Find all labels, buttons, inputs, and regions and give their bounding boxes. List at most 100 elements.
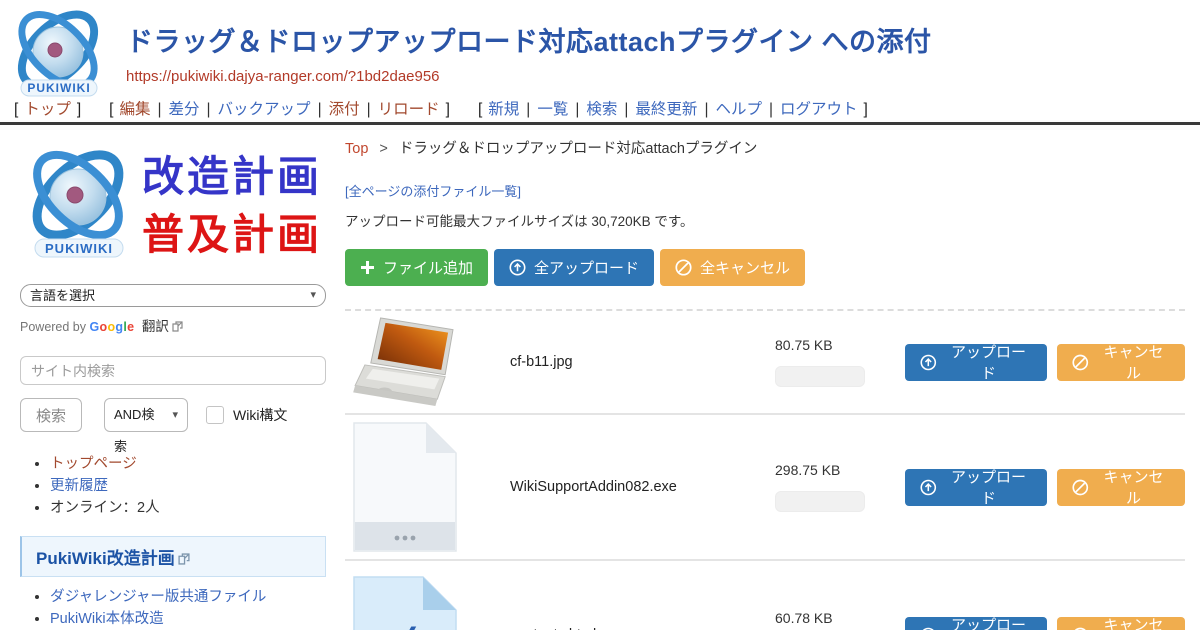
nav-group: [編集|差分|バックアップ|添付|リロード] — [103, 101, 456, 118]
upload-file-list: </> cf-b11.jpg 80.75 KB アップロード キャンセル — [345, 309, 1185, 630]
upload-toolbar: ファイル追加 全アップロード 全キャンセル — [345, 249, 1185, 286]
page-url-link[interactable]: https://pukiwiki.dajya-ranger.com/?1bd2d… — [126, 68, 440, 85]
all-pages-attach-list-link[interactable]: [全ページの添付ファイル一覧] — [345, 181, 521, 200]
generic-file-icon — [353, 422, 457, 552]
file-size: 80.75 KB — [775, 337, 885, 353]
language-select[interactable]: 言語を選択 ▾ — [20, 284, 326, 307]
file-icon-cell: </> — [345, 316, 510, 408]
max-upload-size-text: アップロード可能最大ファイルサイズは 30,720KB です。 — [345, 210, 1185, 230]
nav-link[interactable]: 差分 — [169, 101, 200, 118]
file-size: 298.75 KB — [775, 462, 885, 478]
fukyu-text: 普及計画 — [142, 211, 322, 258]
ban-circle-icon — [1072, 479, 1089, 496]
sidebar: PUKIWIKI 改造計画 普及計画 言語を選択 ▾ Powered by Go… — [20, 125, 330, 630]
file-name: WikiSupportAddin082.exe — [510, 479, 775, 495]
external-link-icon — [178, 553, 190, 565]
file-actions: アップロード キャンセル — [905, 344, 1185, 381]
google-translate-attribution: Powered by Google 翻訳 — [20, 315, 330, 335]
nav-group: [新規|一覧|検索|最終更新|ヘルプ|ログアウト] — [472, 101, 874, 118]
file-row: </> WikiSupportAddin082.exe 298.75 KB アッ… — [345, 415, 1185, 561]
file-row: </> cf-b11.jpg 80.75 KB アップロード キャンセル — [345, 311, 1185, 415]
upload-button[interactable]: アップロード — [905, 617, 1047, 630]
chevron-down-icon: ▾ — [310, 285, 316, 306]
nav-link[interactable]: 添付 — [329, 101, 360, 118]
svg-text:</>: </> — [365, 622, 444, 630]
list-item: オンライン：2人 — [50, 498, 330, 519]
file-meta: 60.78 KB — [775, 610, 885, 630]
sidebar-plugin-link[interactable]: ダジャレンジャー版共通ファイル — [50, 589, 266, 605]
google-logo-text: Google — [90, 320, 135, 334]
file-actions: アップロード キャンセル — [905, 469, 1185, 506]
ban-circle-icon — [1072, 627, 1089, 630]
breadcrumb: Top > ドラッグ＆ドロップアップロード対応attachプラグイン — [345, 137, 1185, 158]
pukiwiki-atom-logo-icon: PUKIWIKI — [8, 4, 108, 100]
upload-circle-icon — [920, 479, 937, 496]
online-count-text: オンライン：2人 — [50, 500, 160, 516]
sidebar-section-heading: PukiWiki改造計画 — [20, 536, 326, 577]
sidebar-links: ダジャレンジャー版共通ファイルPukiWiki本体改造PukiWikiテキスト表… — [50, 587, 330, 630]
sidebar-plugin-link[interactable]: PukiWiki本体改造 — [50, 611, 164, 627]
nav-link[interactable]: ヘルプ — [715, 101, 762, 118]
nav-link[interactable]: バックアップ — [218, 101, 311, 118]
plus-icon — [360, 260, 375, 275]
external-link-icon — [172, 321, 183, 332]
site-search-input[interactable] — [20, 356, 326, 385]
file-meta: 298.75 KB — [775, 462, 885, 512]
upload-circle-icon — [920, 627, 937, 630]
upload-button[interactable]: アップロード — [905, 469, 1047, 506]
ban-circle-icon — [1072, 354, 1089, 371]
file-actions: アップロード キャンセル — [905, 617, 1185, 630]
search-mode-select[interactable]: AND検索 ▾ — [104, 398, 188, 432]
page-title: ドラッグ＆ドロップアップロード対応attachプラグイン への添付 — [126, 20, 932, 59]
add-file-button[interactable]: ファイル追加 — [345, 249, 488, 286]
cancel-all-button[interactable]: 全キャンセル — [660, 249, 805, 286]
file-meta: 80.75 KB — [775, 337, 885, 387]
nav-link[interactable]: トップ — [24, 101, 71, 118]
file-size: 60.78 KB — [775, 610, 885, 626]
sidebar-quick-links: トップページ更新履歴オンライン：2人 — [50, 454, 330, 519]
pukiwiki-kaizo-link[interactable]: PukiWiki改造計画 — [36, 549, 175, 568]
nav-link[interactable]: 検索 — [586, 101, 617, 118]
sidebar-quick-link[interactable]: 更新履歴 — [50, 478, 108, 494]
nav-link[interactable]: 一覧 — [537, 101, 568, 118]
chevron-down-icon: ▾ — [172, 399, 178, 431]
nav-link[interactable]: ログアウト — [780, 101, 858, 118]
kaizo-text: 改造計画 — [142, 153, 322, 200]
ban-circle-icon — [675, 259, 692, 276]
nav-link[interactable]: 新規 — [488, 101, 519, 118]
top-nav: [トップ] [編集|差分|バックアップ|添付|リロード] [新規|一覧|検索|最終更… — [8, 97, 890, 119]
upload-all-button[interactable]: 全アップロード — [494, 249, 654, 286]
file-row: </> contents.html 60.78 KB アップロード キャンセル — [345, 561, 1185, 630]
laptop-thumbnail — [353, 316, 461, 408]
nav-group: [トップ] — [8, 101, 87, 118]
list-item: トップページ — [50, 454, 330, 475]
nav-link[interactable]: 最終更新 — [635, 101, 697, 118]
cancel-button[interactable]: キャンセル — [1057, 344, 1185, 381]
file-icon-cell: </> — [345, 422, 510, 552]
svg-text:PUKIWIKI: PUKIWIKI — [27, 81, 90, 95]
upload-button[interactable]: アップロード — [905, 344, 1047, 381]
kaizo-keikaku-banner: PUKIWIKI 改造計画 普及計画 — [20, 143, 328, 265]
upload-circle-icon — [509, 259, 526, 276]
site-header: PUKIWIKI ドラッグ＆ドロップアップロード対応attachプラグイン への… — [0, 0, 1200, 125]
svg-text:PUKIWIKI: PUKIWIKI — [45, 241, 113, 256]
list-item: PukiWiki本体改造 — [50, 609, 330, 630]
cancel-button[interactable]: キャンセル — [1057, 617, 1185, 630]
code-file-icon: </> — [353, 576, 457, 630]
list-item: ダジャレンジャー版共通ファイル — [50, 587, 330, 608]
main-content: Top > ドラッグ＆ドロップアップロード対応attachプラグイン [全ページ… — [330, 125, 1185, 630]
wiki-syntax-label: Wiki構文 — [233, 405, 287, 425]
wiki-syntax-checkbox[interactable] — [206, 406, 224, 424]
breadcrumb-top-link[interactable]: Top — [345, 141, 368, 157]
list-item: 更新履歴 — [50, 476, 330, 497]
cancel-button[interactable]: キャンセル — [1057, 469, 1185, 506]
breadcrumb-current: ドラッグ＆ドロップアップロード対応attachプラグイン — [399, 141, 758, 157]
nav-link[interactable]: リロード — [378, 101, 440, 118]
upload-progress-bar — [775, 491, 865, 512]
upload-progress-bar — [775, 366, 865, 387]
search-button[interactable]: 検索 — [20, 398, 82, 432]
file-name: cf-b11.jpg — [510, 354, 775, 370]
nav-link[interactable]: 編集 — [119, 101, 150, 118]
upload-circle-icon — [920, 354, 937, 371]
file-icon-cell: </> — [345, 576, 510, 630]
